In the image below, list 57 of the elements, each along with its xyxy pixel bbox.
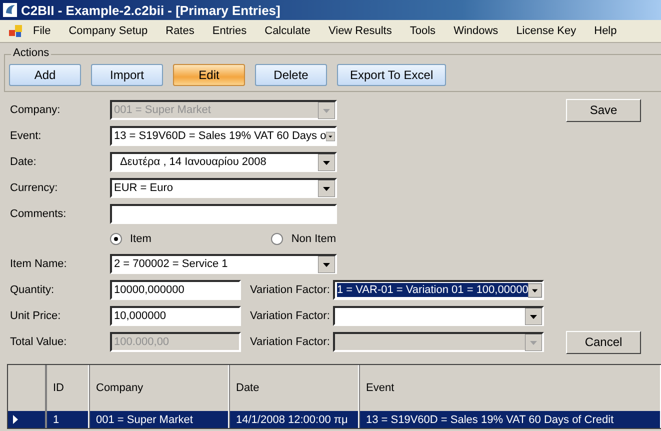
field-label: Quantity: [10,284,56,296]
field-label: Company: [10,104,62,116]
dropdown-field[interactable]: EUR = Euro [110,178,337,198]
table-cell: 13 = S19V60D = Sales 19% VAT 60 Days of Credit [359,411,661,428]
table-cell: 001 = Super Market [89,411,229,428]
radio-label: Item [130,233,152,245]
action-button[interactable]: Edit [173,64,245,86]
dropdown-field[interactable]: 13 = S19V60D = Sales 19% VAT 60 Days o [110,126,337,146]
dropdown-arrow-icon[interactable] [528,282,542,298]
field-label: Comments: [10,208,68,220]
radio-button[interactable] [110,233,122,245]
radio-label: Non Item [291,233,336,245]
menu-item[interactable]: File [24,23,60,39]
field-label: Variation Factor: [250,310,331,322]
menu-item[interactable]: Rates [156,23,204,39]
table-cell: 14/1/2008 12:00:00 πμ [229,411,359,428]
field-label: Item Name: [10,258,68,270]
menu-item[interactable]: Company Setup [60,23,157,39]
dropdown-field[interactable] [333,306,544,326]
action-button[interactable]: Delete [255,64,327,86]
menu-item[interactable]: Tools [400,23,445,39]
field-label: Variation Factor: [250,284,331,296]
dropdown-arrow-icon[interactable] [318,154,335,170]
radio-button[interactable] [271,233,284,245]
input-field[interactable]: 10,000000 [110,306,241,326]
menu-item[interactable]: License Key [507,23,586,39]
menu-item[interactable]: Windows [444,23,508,39]
field-label: Total Value: [10,336,68,348]
dropdown-arrow-icon[interactable] [318,180,335,196]
input-field[interactable]: 10000,000000 [110,280,241,300]
dropdown-field[interactable]: 2 = 700002 = Service 1 [110,254,337,274]
dropdown-arrow-icon[interactable] [318,256,335,272]
field-label: Currency: [10,182,59,194]
cancel-button[interactable]: Cancel [566,330,641,354]
menu-item[interactable]: Calculate [256,23,320,39]
app-icon [3,3,17,17]
app-menu-icon[interactable] [8,24,24,38]
action-button[interactable]: Import [91,64,163,86]
group-title: Actions [11,47,52,59]
save-button[interactable]: Save [566,98,641,122]
menu-item[interactable]: View Results [319,23,401,39]
dropdown-arrow-icon[interactable] [525,308,542,324]
window-title: C2BII - Example-2.c2bii - [Primary Entries] [21,2,280,18]
field-label: Date: [10,156,38,168]
dropdown-field[interactable]: Δευτέρα , 14 Ιανουαρίου 2008 [110,152,337,172]
dropdown-field[interactable]: 1 = VAR-01 = Variation 01 = 100,00000 [333,280,544,300]
current-row-icon [13,415,18,424]
row-header[interactable] [8,411,46,428]
table-cell: 1 [46,411,89,428]
field-label: Variation Factor: [250,336,331,348]
field-label: Event: [10,130,42,142]
menu-item[interactable]: Entries [203,23,256,39]
field-label: Unit Price: [10,310,62,322]
action-button[interactable]: Add [9,64,81,86]
input-field[interactable] [110,204,337,224]
action-button[interactable]: Export To Excel [337,64,446,86]
menu-item[interactable]: Help [585,23,626,39]
